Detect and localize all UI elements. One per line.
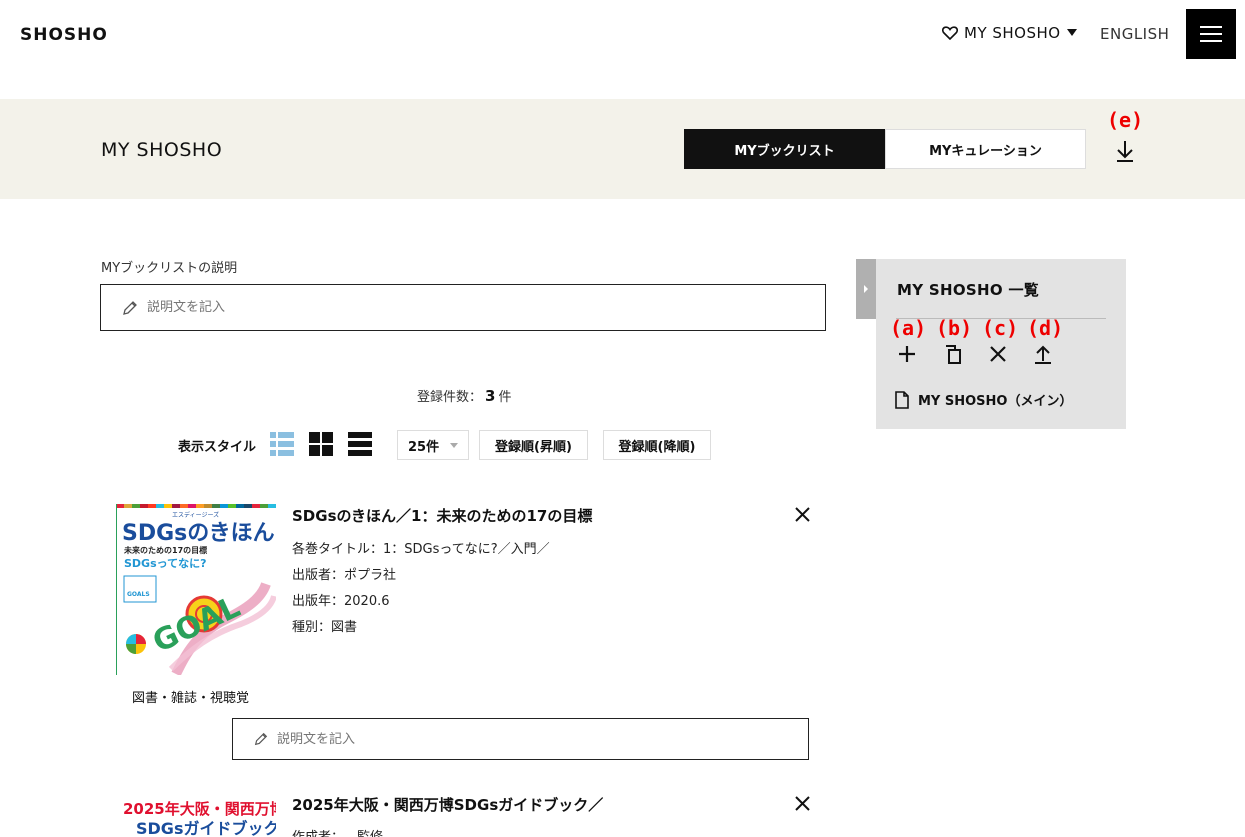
meta-author-partial: 作成者：…監修 <box>292 825 383 837</box>
book-title-link[interactable]: 2025年大阪・関西万博SDGsガイドブック／ <box>292 794 603 815</box>
my-shosho-menu-label: MY SHOSHO <box>964 24 1061 42</box>
delete-list-icon[interactable] <box>986 342 1010 366</box>
display-style-label: 表示スタイル <box>178 440 257 455</box>
count-prefix: 登録件数： <box>417 390 483 405</box>
tab-my-booklist[interactable]: MYブックリスト <box>684 129 885 169</box>
cover-title: SDGsのきほん <box>122 521 275 546</box>
my-shosho-menu[interactable]: MY SHOSHO <box>942 24 1077 42</box>
item-note-field[interactable] <box>232 718 809 760</box>
side-panel-toggle[interactable] <box>856 259 876 319</box>
per-page-select[interactable]: 25件 <box>397 430 469 460</box>
grid-style-icon[interactable] <box>309 432 333 456</box>
heart-icon <box>942 26 958 40</box>
book-cover-image[interactable]: 2025年大阪・関西万博 SDGsガイドブック <box>116 793 276 837</box>
side-list-item-label: MY SHOSHO（メイン） <box>918 394 1073 409</box>
book-title-link[interactable]: SDGsのきほん／1：未来のための17の目標 <box>292 505 592 526</box>
book-meta: 各巻タイトル：1：SDGsってなに?／入門／ 出版者：ポプラ社 出版年：2020… <box>292 537 550 641</box>
sort-descending-button[interactable]: 登録順(降順) <box>603 430 711 460</box>
cover-series: エスディージーズ <box>172 511 219 519</box>
meta-volume-title: 各巻タイトル：1：SDGsってなに?／入門／ <box>292 542 550 557</box>
cover-goals: GOALS <box>127 591 150 598</box>
remove-item-icon[interactable] <box>795 796 810 811</box>
page-title: MY SHOSHO <box>101 139 223 161</box>
booklist-description-label: MYブックリストの説明 <box>101 261 238 276</box>
list-style-icon[interactable] <box>270 432 294 456</box>
cover-line1: 2025年大阪・関西万博 <box>123 800 276 818</box>
material-type-label: 図書・雑誌・視聴覚 <box>132 691 250 706</box>
meta-year: 出版年：2020.6 <box>292 594 390 609</box>
side-list-item-main[interactable]: MY SHOSHO（メイン） <box>894 390 1072 409</box>
meta-type: 種別：図書 <box>292 620 358 635</box>
hamburger-menu-button[interactable] <box>1186 9 1236 59</box>
book-cover-image[interactable]: エスディージーズ SDGsのきほん 未来のための17の目標 SDGsってなに? … <box>116 504 276 675</box>
copy-list-icon[interactable] <box>941 342 965 366</box>
tab-my-curation[interactable]: MYキュレーション <box>885 129 1086 169</box>
annotation-marker-a: (a) <box>890 316 927 340</box>
annotation-marker-e: (e) <box>1107 108 1144 132</box>
count-suffix: 件 <box>498 390 512 405</box>
chevron-down-icon <box>450 442 458 448</box>
registered-count: 登録件数： 3 件 <box>417 386 511 405</box>
annotation-marker-c: (c) <box>982 316 1019 340</box>
meta-publisher: 出版者：ポプラ社 <box>292 568 397 583</box>
booklist-description-input[interactable] <box>147 300 647 315</box>
caret-down-icon <box>1066 29 1077 36</box>
rows-style-icon[interactable] <box>348 432 372 456</box>
book-cover-art: 2025年大阪・関西万博 SDGsガイドブック <box>123 800 276 837</box>
chevron-right-icon <box>864 285 868 293</box>
upload-icon[interactable] <box>1031 342 1055 366</box>
pencil-icon <box>123 300 137 315</box>
document-icon <box>895 390 909 409</box>
item-note-input[interactable] <box>277 731 777 747</box>
side-panel-title: MY SHOSHO 一覧 <box>897 281 1040 299</box>
pencil-icon <box>254 732 268 746</box>
site-logo[interactable]: SHOSHO <box>20 25 108 45</box>
annotation-marker-d: (d) <box>1027 316 1064 340</box>
annotation-marker-b: (b) <box>936 316 973 340</box>
language-link[interactable]: ENGLISH <box>1100 25 1169 43</box>
remove-item-icon[interactable] <box>795 507 810 522</box>
cover-subtitle: 未来のための17の目標 <box>123 545 207 555</box>
cover-volume: SDGsってなに? <box>124 557 206 570</box>
per-page-value: 25件 <box>408 439 440 455</box>
cover-line2: SDGsガイドブック <box>136 819 276 837</box>
booklist-description-field[interactable] <box>100 284 826 331</box>
sort-ascending-button[interactable]: 登録順(昇順) <box>479 430 588 460</box>
count-value: 3 <box>485 387 496 405</box>
add-list-icon[interactable] <box>895 342 919 366</box>
download-icon[interactable] <box>1114 139 1136 163</box>
book-cover-art: エスディージーズ SDGsのきほん 未来のための17の目標 SDGsってなに? … <box>116 504 276 675</box>
